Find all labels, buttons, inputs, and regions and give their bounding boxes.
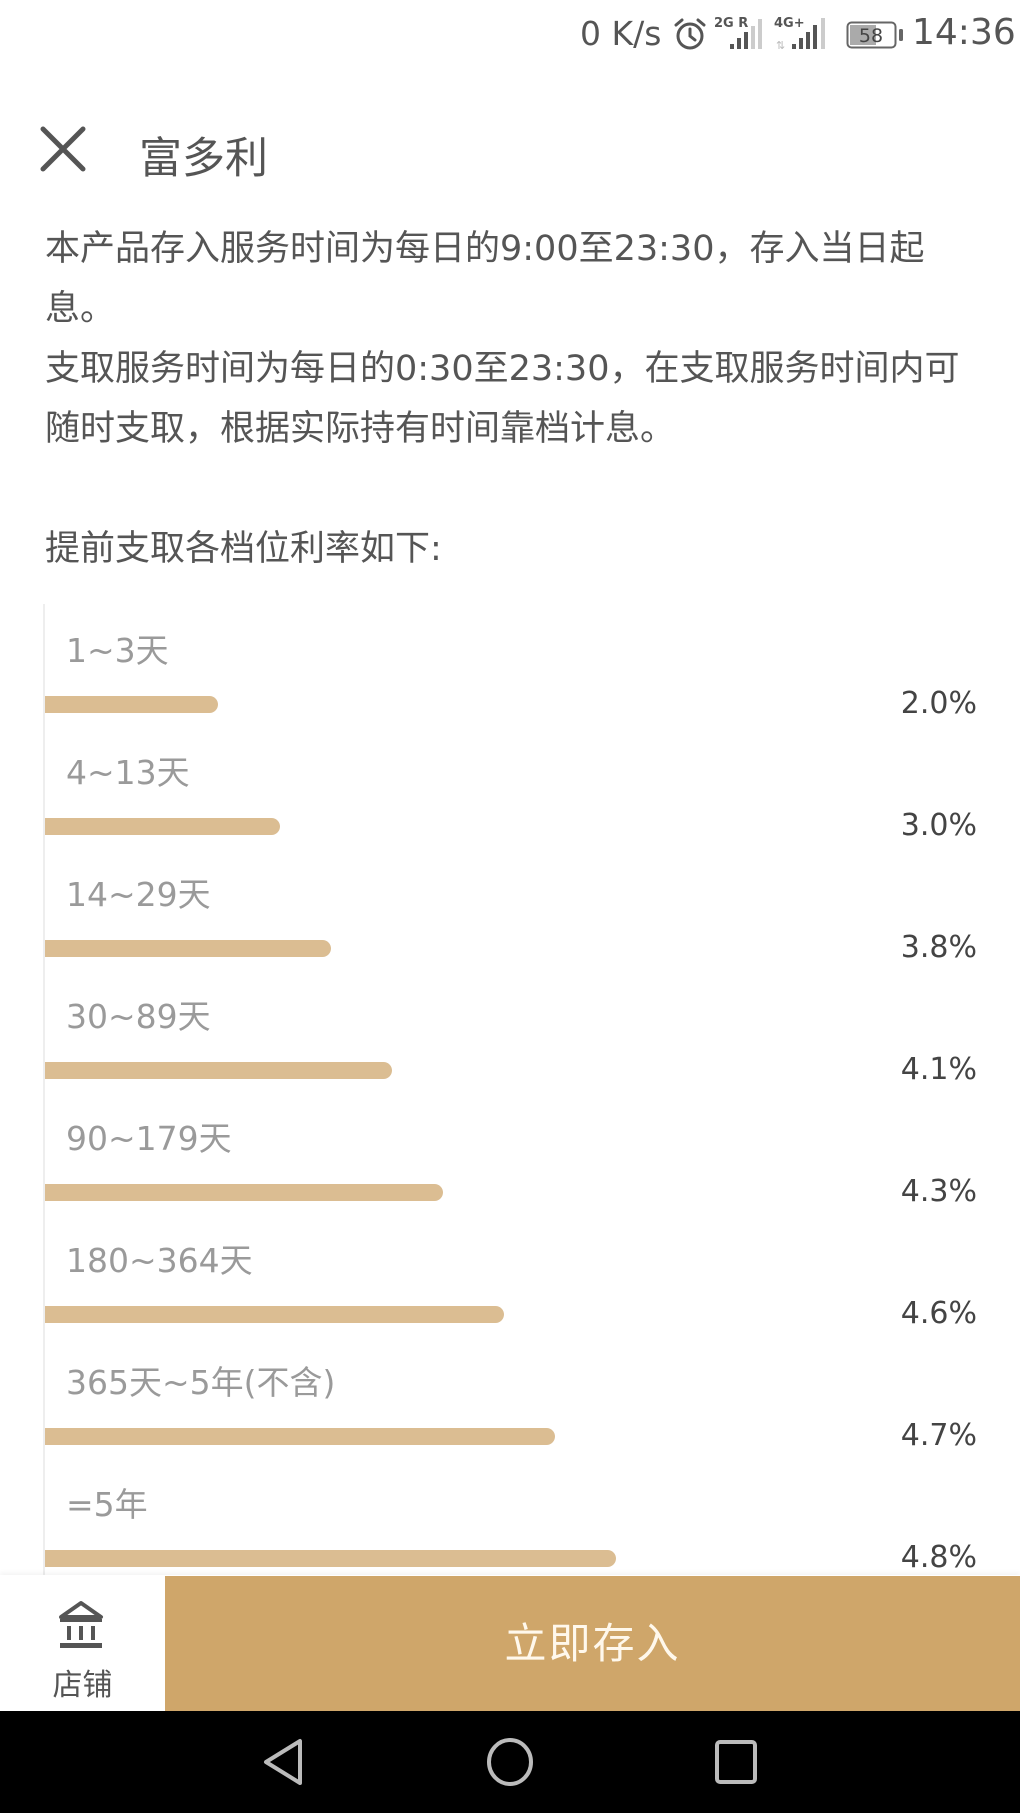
rate-value: 2.0%	[900, 686, 977, 721]
rate-tier-label: 1~3天	[66, 631, 169, 670]
rate-bar	[45, 1306, 504, 1323]
alarm-icon	[674, 18, 706, 50]
rate-value: 4.1%	[900, 1052, 977, 1087]
rate-row: 365天~5年(不含) 4.7%	[0, 1336, 1020, 1458]
rate-row: =5年 4.8%	[0, 1458, 1020, 1576]
withdraw-time-text: 支取服务时间为每日的0:30至23:30，在支取服务时间内可随时支取，根据实际持…	[45, 349, 960, 449]
rate-bar	[45, 1428, 555, 1445]
rate-row: 14~29天 3.8%	[0, 848, 1020, 970]
battery-level: 58	[859, 25, 883, 47]
signal-2g-roaming-icon: 2G R	[714, 16, 762, 49]
rate-tier-label: =5年	[66, 1485, 148, 1524]
rate-value: 3.8%	[900, 930, 977, 965]
deposit-now-button[interactable]: 立即存入	[165, 1576, 1020, 1711]
rate-value: 3.0%	[900, 808, 977, 843]
rate-row: 4~13天 3.0%	[0, 726, 1020, 848]
recents-icon[interactable]	[711, 1737, 761, 1787]
header: 富多利	[0, 100, 1020, 200]
rate-bar	[45, 1184, 443, 1201]
signal-4g-plus-icon: 4G+ ⇅	[774, 16, 825, 52]
deposit-time-text: 本产品存入服务时间为每日的9:00至23:30，存入当日起息。	[45, 229, 925, 329]
rate-bar	[45, 1550, 616, 1567]
rate-tier-label: 180~364天	[66, 1241, 253, 1280]
network-2-label: 4G+	[774, 16, 805, 31]
action-bar: 店铺 立即存入	[0, 1575, 1020, 1711]
rate-value: 4.8%	[900, 1540, 977, 1575]
clock: 14:36	[912, 12, 1016, 53]
rate-bar	[45, 940, 331, 957]
net-speed: 0 K/s	[580, 14, 662, 53]
product-description: 本产品存入服务时间为每日的9:00至23:30，存入当日起息。 支取服务时间为每…	[45, 219, 985, 459]
rate-row: 180~364天 4.6%	[0, 1214, 1020, 1336]
store-label: 店铺	[52, 1668, 113, 1703]
svg-text:⇅: ⇅	[776, 39, 785, 52]
battery-icon: 58	[846, 21, 903, 49]
system-nav-bar	[0, 1711, 1020, 1813]
close-button[interactable]	[36, 122, 90, 176]
rate-tier-label: 30~89天	[66, 997, 211, 1036]
rate-bar	[45, 818, 280, 835]
rate-chart: 1~3天 2.0% 4~13天 3.0% 14~29天 3.8% 30~89天 4.1% 90~…	[0, 604, 1020, 1576]
rate-row: 90~179天 4.3%	[0, 1092, 1020, 1214]
rate-tier-label: 365天~5年(不含)	[66, 1363, 336, 1402]
rate-value: 4.6%	[900, 1296, 977, 1331]
home-icon[interactable]	[485, 1737, 535, 1787]
rate-bar	[45, 696, 218, 713]
rate-tier-label: 14~29天	[66, 875, 211, 914]
rate-row: 1~3天 2.0%	[0, 604, 1020, 726]
store-button[interactable]: 店铺	[0, 1575, 165, 1711]
rate-tier-label: 4~13天	[66, 753, 190, 792]
network-1-label: 2G R	[714, 16, 748, 31]
rate-row: 30~89天 4.1%	[0, 970, 1020, 1092]
rate-tier-label: 90~179天	[66, 1119, 232, 1158]
rate-bar	[45, 1062, 392, 1079]
rate-value: 4.3%	[900, 1174, 977, 1209]
rates-heading: 提前支取各档位利率如下:	[45, 529, 442, 569]
close-icon	[40, 126, 86, 172]
bank-store-icon	[59, 1601, 103, 1648]
page-title: 富多利	[139, 134, 268, 184]
status-bar: 0 K/s 2G R 4G+ ⇅ 58 14:36	[0, 0, 1020, 70]
back-icon[interactable]	[258, 1737, 308, 1787]
rate-value: 4.7%	[900, 1418, 977, 1453]
